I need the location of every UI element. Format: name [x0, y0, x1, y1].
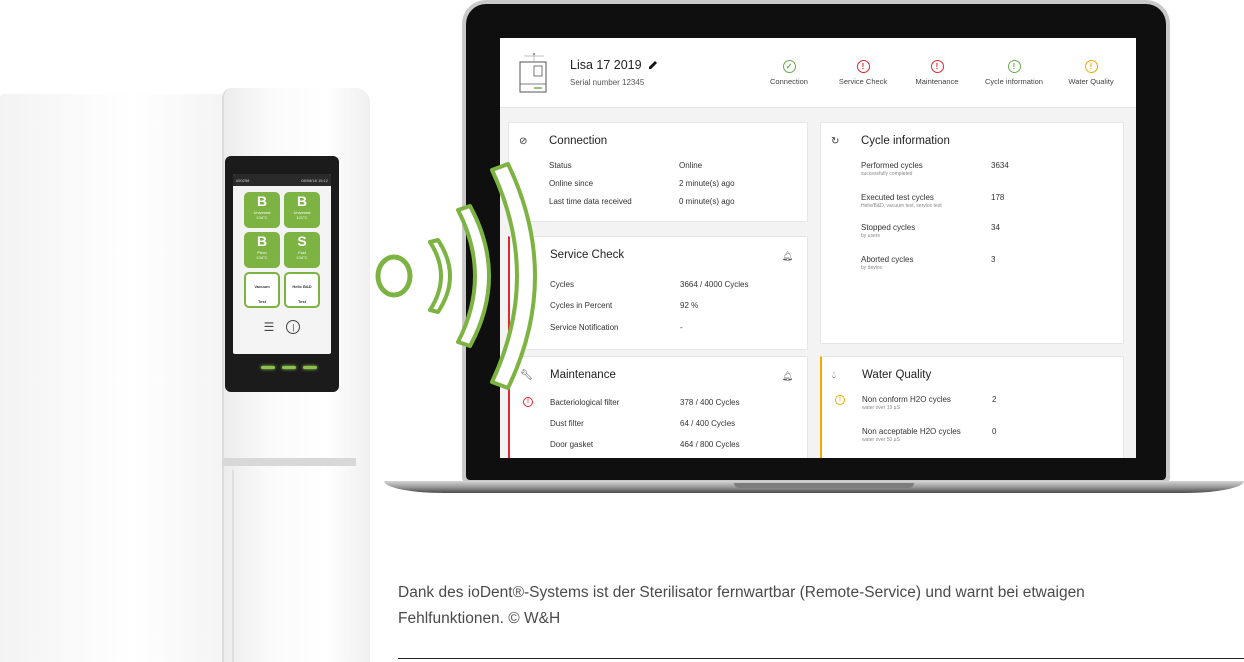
list-item: Aborted cycles by device 3	[861, 255, 996, 271]
sterilizer-body	[0, 94, 222, 662]
status-service-check[interactable]: ! Service Check	[826, 60, 900, 86]
wireless-signal-icon	[375, 162, 537, 390]
list-item: Service Notification -	[550, 323, 683, 332]
power-icon[interactable]: |	[286, 320, 301, 334]
list-item: Executed test cycles Helix/B&D, vacuum te…	[861, 193, 1005, 209]
status-summary: ✓ Connection ! Service Check ! Maintenan…	[752, 60, 1128, 86]
alert-circle-icon: !	[930, 60, 944, 73]
list-item: Bacteriological filter 378 / 400 Cycles	[550, 398, 740, 407]
helix-bd-test-button[interactable]: Helix B&D Test	[284, 272, 320, 308]
bell-icon[interactable]: 🔔︎	[782, 371, 793, 382]
cycle-information-card: ↻ Cycle information Performed cycles succ…	[820, 122, 1124, 344]
cycle-icon: ↻	[831, 136, 840, 147]
water-drop-icon: 💧︎	[832, 370, 836, 381]
status-maintenance[interactable]: ! Maintenance	[900, 60, 974, 86]
alert-circle-icon: !	[523, 397, 533, 407]
device-touchscreen: #50258 08/08/18 15:12 B Universal 134°C …	[233, 174, 331, 354]
device-control-panel: #50258 08/08/18 15:12 B Universal 134°C …	[225, 156, 339, 392]
bell-icon[interactable]: 🔔︎	[782, 251, 793, 262]
list-item: Online since 2 minute(s) ago	[549, 179, 735, 188]
status-cycle-information[interactable]: ! Cycle information	[974, 60, 1054, 86]
status-led	[261, 366, 275, 369]
divider	[398, 658, 1244, 659]
sterilizer-door-split	[222, 458, 356, 466]
list-item: Dust filter 64 / 400 Cycles	[550, 419, 736, 428]
list-item: Last time data received 0 minute(s) ago	[549, 197, 735, 206]
laptop-notch	[734, 483, 914, 488]
connection-icon: ⊘	[519, 136, 528, 147]
info-circle-icon: !	[1007, 60, 1021, 73]
program-button-universal-134[interactable]: B Universal 134°C	[244, 192, 280, 228]
check-circle-icon: ✓	[782, 60, 796, 73]
program-grid: B Universal 134°C B Universal 121°C B Pr…	[233, 192, 331, 308]
device-name: Lisa 17 2019	[570, 58, 658, 72]
card-title: Cycle information	[861, 135, 950, 147]
edit-pencil-icon[interactable]	[648, 60, 658, 70]
device-header: Lisa 17 2019 Serial number 12345 ✓ Conne…	[500, 38, 1136, 108]
program-button-prion[interactable]: B Prion 134°C	[244, 232, 280, 268]
status-led	[303, 366, 317, 369]
list-item: Door gasket 464 / 800 Cycles	[550, 440, 740, 449]
sterilizer-device: #50258 08/08/18 15:12 B Universal 134°C …	[0, 88, 372, 662]
list-item: Stopped cycles by users 34	[861, 223, 1000, 239]
device-id: #50258	[236, 177, 250, 183]
serial-number: Serial number 12345	[570, 78, 645, 87]
water-quality-card: 💧︎ Water Quality ! Non conform H2O cycle…	[820, 356, 1124, 458]
card-title: Water Quality	[862, 369, 932, 381]
image-caption: Dank des ioDent®-Systems ist der Sterili…	[398, 584, 1085, 627]
status-leds	[261, 366, 317, 369]
list-item: Non conform H2O cycles water over 15 µS 2	[862, 395, 997, 411]
dashboard-screen: Lisa 17 2019 Serial number 12345 ✓ Conne…	[500, 38, 1136, 458]
alert-circle-icon: !	[856, 60, 870, 73]
program-button-universal-121[interactable]: B Universal 121°C	[284, 192, 320, 228]
device-screen-statusbar: #50258 08/08/18 15:12	[233, 174, 331, 186]
device-datetime: 08/08/18 15:12	[301, 177, 328, 183]
warning-circle-icon: !	[1084, 60, 1098, 73]
program-button-fast[interactable]: S Fast 134°C	[284, 232, 320, 268]
status-connection[interactable]: ✓ Connection	[752, 60, 826, 86]
list-item: Performed cycles successfully completed 3…	[861, 161, 1009, 177]
menu-icon[interactable]: ☰	[264, 320, 275, 334]
status-water-quality[interactable]: ! Water Quality	[1054, 60, 1128, 86]
device-screen-footer: ☰ |	[233, 320, 331, 334]
vacuum-test-button[interactable]: Vacuum Test	[244, 272, 280, 308]
list-item: Status Online	[549, 161, 703, 170]
list-item: Cycles 3664 / 4000 Cycles	[550, 280, 749, 289]
sterilizer-thumbnail-icon	[519, 52, 547, 93]
status-led	[282, 366, 296, 369]
card-title: Connection	[549, 135, 608, 147]
sterilizer-door-edge	[232, 470, 234, 662]
list-item: Non acceptable H2O cycles water over 50 µ…	[862, 427, 997, 443]
warning-circle-icon: !	[835, 395, 845, 405]
list-item: Cycles in Percent 92 %	[550, 301, 699, 310]
